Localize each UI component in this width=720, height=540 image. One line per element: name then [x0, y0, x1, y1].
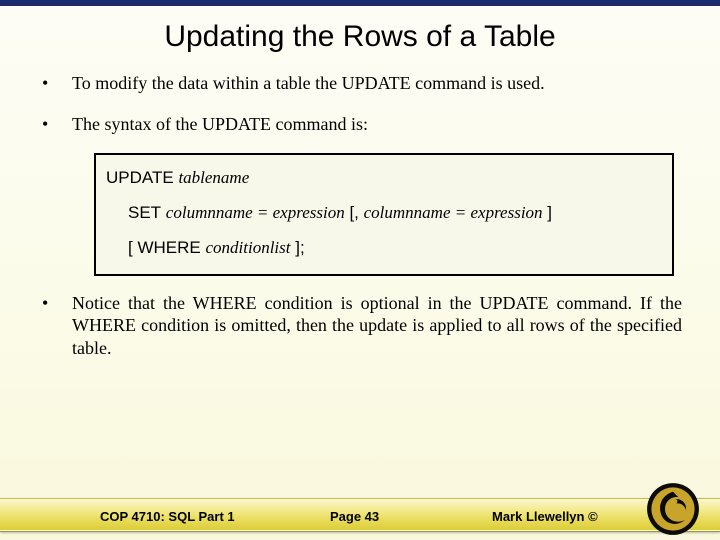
footer-left: COP 4710: SQL Part 1 — [100, 509, 235, 524]
slide-title: Updating the Rows of a Table — [0, 6, 720, 72]
syntax-box: UPDATE tablename SET columnname = expres… — [94, 153, 674, 276]
syntax-line-1: UPDATE tablename — [106, 161, 662, 196]
footer-right: Mark Llewellyn © — [492, 509, 598, 524]
kw-set: SET — [128, 203, 161, 222]
slide: Updating the Rows of a Table To modify t… — [0, 0, 720, 540]
ucf-pegasus-logo-icon — [646, 482, 700, 536]
ital-tablename: tablename — [178, 168, 249, 187]
kw-where: WHERE — [137, 238, 200, 257]
bracket-close-semi: ]; — [295, 238, 304, 257]
syntax-line-3: [ WHERE conditionlist ]; — [106, 231, 662, 266]
bullet-list-2: Notice that the WHERE condition is optio… — [38, 292, 682, 360]
footer-page: Page 43 — [330, 509, 379, 524]
bracket-open-comma: [, — [349, 203, 358, 222]
slide-content: To modify the data within a table the UP… — [0, 72, 720, 359]
footer: COP 4710: SQL Part 1 Page 43 Mark Llewel… — [0, 484, 720, 540]
ital-conditionlist: conditionlist — [205, 238, 290, 257]
kw-update: UPDATE — [106, 168, 174, 187]
bullet-1: To modify the data within a table the UP… — [38, 72, 682, 95]
ital-colexpr-1: columnname = expression — [166, 203, 345, 222]
bullet-list: To modify the data within a table the UP… — [38, 72, 682, 135]
bracket-open: [ — [128, 238, 133, 257]
ital-colexpr-2: columnname = expression — [364, 203, 543, 222]
syntax-line-2: SET columnname = expression [, columnnam… — [106, 196, 662, 231]
bullet-3: Notice that the WHERE condition is optio… — [38, 292, 682, 360]
bullet-2: The syntax of the UPDATE command is: — [38, 113, 682, 136]
bracket-close-1: ] — [547, 203, 552, 222]
